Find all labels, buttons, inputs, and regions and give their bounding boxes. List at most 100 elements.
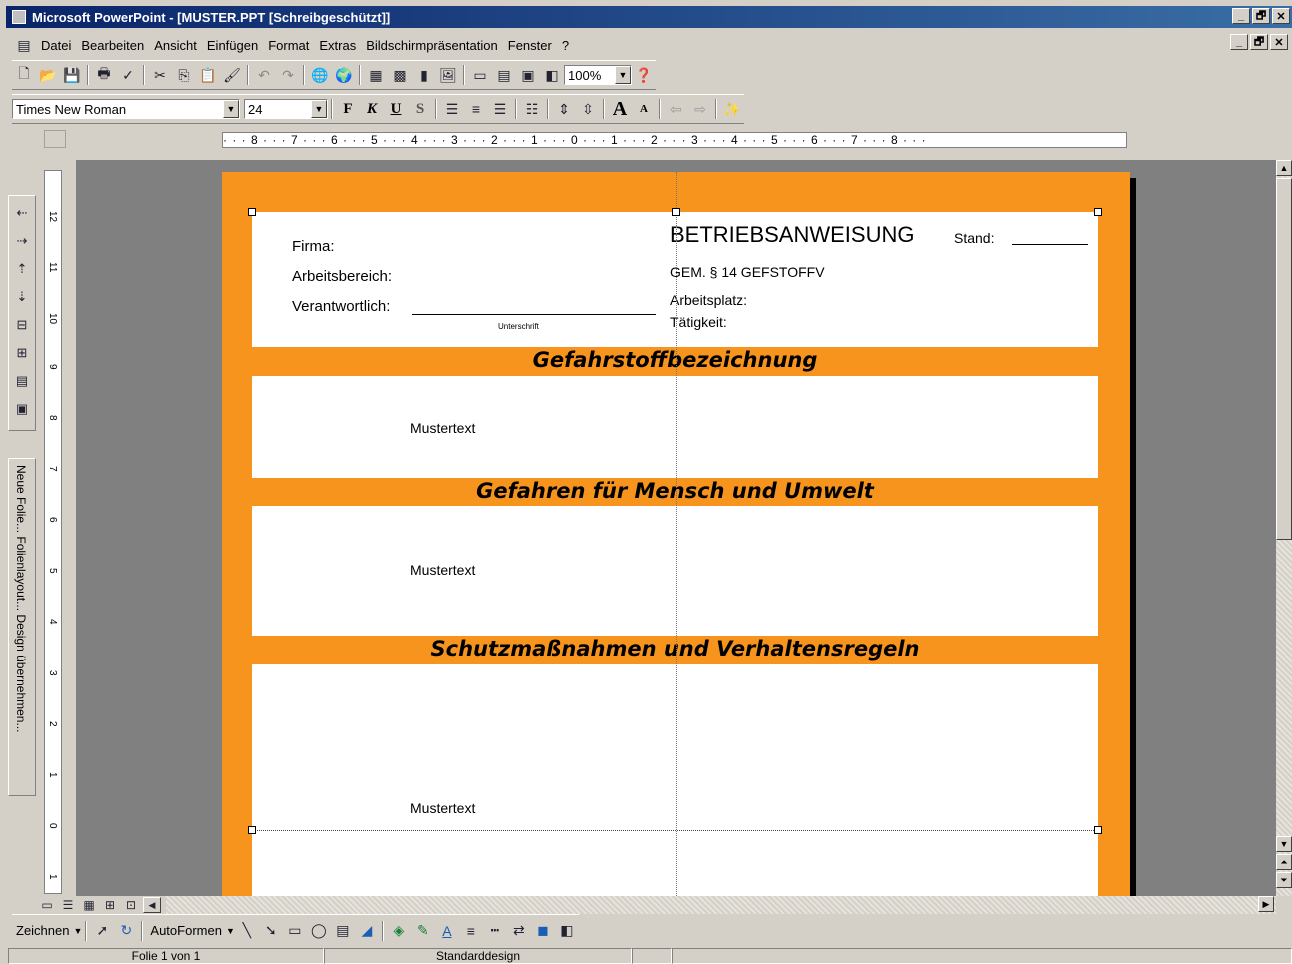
move-up-icon[interactable]: ⇡ [11, 258, 33, 280]
shadow-icon[interactable]: ◼ [531, 920, 555, 942]
bullets-icon[interactable]: ☷ [520, 98, 544, 120]
doc-minimize-button[interactable]: _ [1230, 34, 1248, 50]
arrow-tool-icon[interactable]: ➘ [259, 920, 283, 942]
undo-icon[interactable]: ↶ [252, 64, 276, 86]
slide-view-icon[interactable]: ▦ [80, 897, 98, 913]
3d-icon[interactable]: ◧ [555, 920, 579, 942]
chevron-down-icon[interactable]: ▼ [223, 100, 239, 118]
textbox-tool-icon[interactable]: ▤ [331, 920, 355, 942]
minimize-button[interactable]: _ [1232, 8, 1250, 24]
expand-icon[interactable]: ⊞ [11, 342, 33, 364]
line-color-icon[interactable]: ✎ [411, 920, 435, 942]
shadow-button[interactable]: S [408, 98, 432, 120]
menu-einfuegen[interactable]: Einfügen [202, 38, 263, 53]
align-center-icon[interactable]: ≡ [464, 98, 488, 120]
previous-slide-icon[interactable]: ⏶ [1276, 854, 1292, 870]
hyperlink-icon[interactable]: 🌐 [308, 64, 332, 86]
slide-sorter-icon[interactable]: ⊞ [101, 897, 119, 913]
section-panel-gefahrstoffbezeichnung[interactable]: Mustertext [252, 376, 1098, 478]
menu-bildschirmpraesentation[interactable]: Bildschirmpräsentation [361, 38, 503, 53]
decrease-spacing-icon[interactable]: ⇳ [576, 98, 600, 120]
common-tasks-toolbar[interactable]: Neue Folie... Folienlayout... Design übe… [8, 458, 36, 796]
increase-font-icon[interactable]: A [608, 98, 632, 120]
autoshapes-menu[interactable]: AutoFormen [146, 923, 226, 938]
wordart-icon[interactable]: ◢ [355, 920, 379, 942]
menu-extras[interactable]: Extras [314, 38, 361, 53]
help-icon[interactable]: ❓ [632, 64, 656, 86]
redo-icon[interactable]: ↷ [276, 64, 300, 86]
insert-table-icon[interactable]: ▦ [364, 64, 388, 86]
cut-icon[interactable]: ✂ [148, 64, 172, 86]
align-right-icon[interactable]: ☰ [488, 98, 512, 120]
promote-icon[interactable]: ⇦ [664, 98, 688, 120]
new-slide-icon[interactable]: ▭ [468, 64, 492, 86]
doc-close-button[interactable]: ✕ [1270, 34, 1288, 50]
oval-tool-icon[interactable]: ◯ [307, 920, 331, 942]
print-icon[interactable]: 🖶 [92, 64, 116, 86]
italic-button[interactable]: K [360, 98, 384, 120]
menu-format[interactable]: Format [263, 38, 314, 53]
menu-ansicht[interactable]: Ansicht [149, 38, 202, 53]
maximize-button[interactable]: 🗗 [1252, 8, 1270, 24]
document-icon[interactable]: ▤ [12, 34, 36, 56]
fill-color-icon[interactable]: ◈ [387, 920, 411, 942]
section-panel-gefahren[interactable]: Mustertext [252, 506, 1098, 636]
vertical-scrollbar[interactable]: ▲ ▼ ⏶ ⏷ [1276, 160, 1292, 896]
slide[interactable]: Firma: Arbeitsbereich: Verantwortlich: U… [222, 172, 1130, 896]
header-panel[interactable]: Firma: Arbeitsbereich: Verantwortlich: U… [252, 212, 1098, 347]
menu-fenster[interactable]: Fenster [503, 38, 557, 53]
save-icon[interactable]: 💾 [60, 64, 84, 86]
copy-icon[interactable]: ⎘ [172, 64, 196, 86]
vertical-ruler[interactable]: 12 11 10 9 8 7 6 5 4 3 2 1 0 1 [44, 170, 62, 894]
normal-view-icon[interactable]: ▭ [38, 897, 56, 913]
resize-handle[interactable] [248, 208, 256, 216]
demote-outline-icon[interactable]: ⇢ [11, 230, 33, 252]
demote-icon[interactable]: ⇨ [688, 98, 712, 120]
format-painter-icon[interactable]: 🖌 [220, 64, 244, 86]
show-formatting-side-icon[interactable]: ▣ [11, 398, 33, 420]
font-size-select[interactable]: 24 ▼ [244, 99, 328, 119]
menu-help[interactable]: ? [557, 38, 574, 53]
collapse-icon[interactable]: ⊟ [11, 314, 33, 336]
font-color-icon[interactable]: A [435, 920, 459, 942]
resize-handle[interactable] [248, 826, 256, 834]
next-slide-icon[interactable]: ⏷ [1276, 872, 1292, 888]
close-button[interactable]: ✕ [1272, 8, 1290, 24]
horizontal-ruler[interactable]: · · · 8 · · · 7 · · · 6 · · · 5 · · · 4 … [222, 132, 1127, 148]
rectangle-tool-icon[interactable]: ▭ [283, 920, 307, 942]
show-formatting-icon[interactable]: ▣ [516, 64, 540, 86]
resize-handle[interactable] [1094, 826, 1102, 834]
select-pointer-icon[interactable]: ➚ [90, 920, 114, 942]
menu-bearbeiten[interactable]: Bearbeiten [76, 38, 149, 53]
move-down-icon[interactable]: ⇣ [11, 286, 33, 308]
align-left-icon[interactable]: ☰ [440, 98, 464, 120]
font-select[interactable]: Times New Roman ▼ [12, 99, 240, 119]
insert-clipart-icon[interactable]: 🖼 [436, 64, 460, 86]
app-icon[interactable] [12, 10, 26, 24]
open-icon[interactable]: 📂 [36, 64, 60, 86]
paste-icon[interactable]: 📋 [196, 64, 220, 86]
increase-spacing-icon[interactable]: ⇕ [552, 98, 576, 120]
chevron-down-icon[interactable]: ▼ [73, 926, 82, 936]
chevron-down-icon[interactable]: ▼ [226, 926, 235, 936]
spellcheck-icon[interactable]: ✓ [116, 64, 140, 86]
resize-handle[interactable] [1094, 208, 1102, 216]
underline-button[interactable]: U [384, 98, 408, 120]
scroll-up-icon[interactable]: ▲ [1276, 160, 1292, 176]
dash-style-icon[interactable]: ┅ [483, 920, 507, 942]
resize-handle[interactable] [672, 208, 680, 216]
decrease-font-icon[interactable]: A [632, 98, 656, 120]
chevron-down-icon[interactable]: ▼ [615, 66, 631, 84]
draw-menu[interactable]: Zeichnen [12, 923, 73, 938]
insert-chart-icon[interactable]: ▮ [412, 64, 436, 86]
slide-show-icon[interactable]: ⊡ [122, 897, 140, 913]
arrow-style-icon[interactable]: ⇄ [507, 920, 531, 942]
promote-outline-icon[interactable]: ⇠ [11, 202, 33, 224]
chevron-down-icon[interactable]: ▼ [311, 100, 327, 118]
summary-slide-icon[interactable]: ▤ [11, 370, 33, 392]
outline-view-icon[interactable]: ☰ [59, 897, 77, 913]
doc-restore-button[interactable]: 🗗 [1250, 34, 1268, 50]
menu-datei[interactable]: Datei [36, 38, 76, 53]
insert-excel-icon[interactable]: ▩ [388, 64, 412, 86]
animation-effects-icon[interactable]: ✨ [720, 98, 744, 120]
